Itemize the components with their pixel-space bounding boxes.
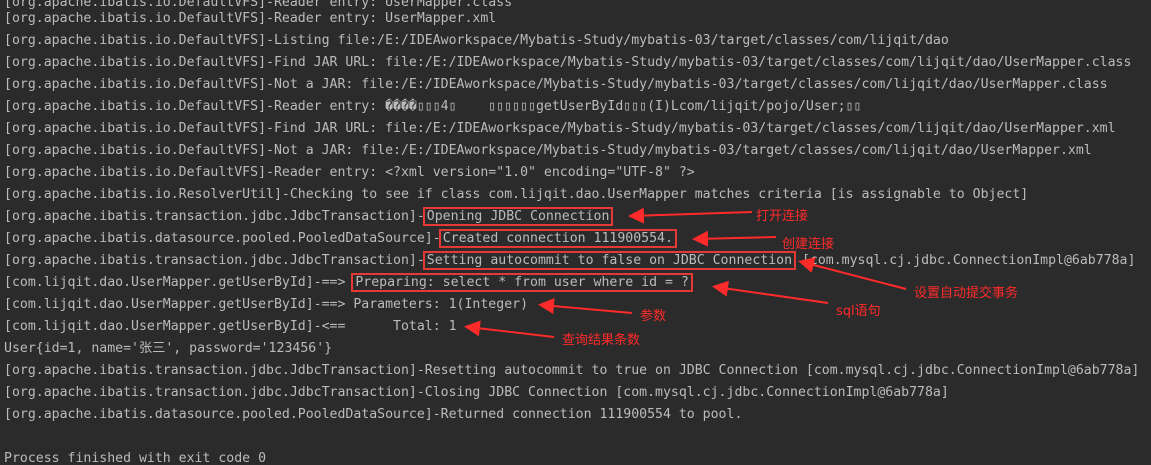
arrow-params: [538, 298, 633, 315]
log-prefix: [org.apache.ibatis.datasource.pooled.Poo…: [4, 231, 441, 246]
annotation-open-connection: 打开连接: [756, 209, 809, 224]
arrow-sql: [712, 280, 829, 304]
log-line: [org.apache.ibatis.io.DefaultVFS]-Listin…: [4, 33, 949, 48]
log-line: [org.apache.ibatis.io.DefaultVFS]-Not a …: [4, 77, 1108, 92]
arrow-total: [464, 320, 555, 338]
annotation-params: 参数: [640, 309, 667, 324]
log-line-total: [com.lijqit.dao.UserMapper.getUserById]-…: [4, 319, 457, 334]
console-output: [org.apache.ibatis.io.DefaultVFS]-Reader…: [0, 0, 1151, 465]
annotation-sql: sql语句: [836, 304, 881, 319]
log-line: [org.apache.ibatis.transaction.jdbc.Jdbc…: [4, 363, 1140, 378]
log-line-autocommit: [org.apache.ibatis.transaction.jdbc.Jdbc…: [4, 250, 1135, 272]
log-line-created-connection: [org.apache.ibatis.datasource.pooled.Poo…: [4, 228, 677, 250]
log-line: [org.apache.ibatis.io.DefaultVFS]-Reader…: [4, 11, 497, 26]
exit-status-line: Process finished with exit code 0: [4, 451, 267, 465]
log-line: [org.apache.ibatis.io.ResolverUtil]-Chec…: [4, 187, 1029, 202]
annotation-create-connection: 创建连接: [782, 237, 835, 252]
arrow-open: [628, 207, 753, 224]
result-user-line: User{id=1, name='张三', password='123456'}: [4, 341, 333, 356]
sql-statement-highlight: Preparing: select * from user where id =…: [351, 273, 693, 292]
autocommit-highlight: Setting autocommit to false on JDBC Conn…: [422, 251, 797, 270]
log-line: [org.apache.ibatis.io.DefaultVFS]-Find J…: [4, 55, 1132, 70]
log-line: [org.apache.ibatis.io.DefaultVFS]-Not a …: [4, 143, 1092, 158]
open-connection-highlight: Opening JDBC Connection: [422, 207, 614, 226]
annotation-autocommit: 设置自动提交事务: [914, 286, 1019, 301]
log-suffix: [com.mysql.cj.jdbc.ConnectionImpl@6ab778…: [794, 253, 1136, 268]
log-line: [org.apache.ibatis.datasource.pooled.Poo…: [4, 407, 743, 422]
created-connection-highlight: Created connection 111900554.: [438, 229, 677, 248]
log-line-preparing: [com.lijqit.dao.UserMapper.getUserById]-…: [4, 272, 693, 294]
log-line-parameters: [com.lijqit.dao.UserMapper.getUserById]-…: [4, 297, 529, 312]
arrow-create: [692, 230, 777, 247]
log-line-open-connection: [org.apache.ibatis.transaction.jdbc.Jdbc…: [4, 206, 614, 228]
log-line: [org.apache.ibatis.transaction.jdbc.Jdbc…: [4, 385, 949, 400]
log-line: [org.apache.ibatis.io.DefaultVFS]-Reader…: [4, 99, 862, 114]
log-line: [org.apache.ibatis.io.DefaultVFS]-Find J…: [4, 121, 1116, 136]
log-line: [org.apache.ibatis.io.DefaultVFS]-Reader…: [4, 165, 695, 180]
log-prefix: [org.apache.ibatis.transaction.jdbc.Jdbc…: [4, 209, 425, 224]
annotation-total: 查询结果条数: [562, 333, 641, 348]
log-prefix: [com.lijqit.dao.UserMapper.getUserById]-…: [4, 275, 354, 290]
log-prefix: [org.apache.ibatis.transaction.jdbc.Jdbc…: [4, 253, 425, 268]
